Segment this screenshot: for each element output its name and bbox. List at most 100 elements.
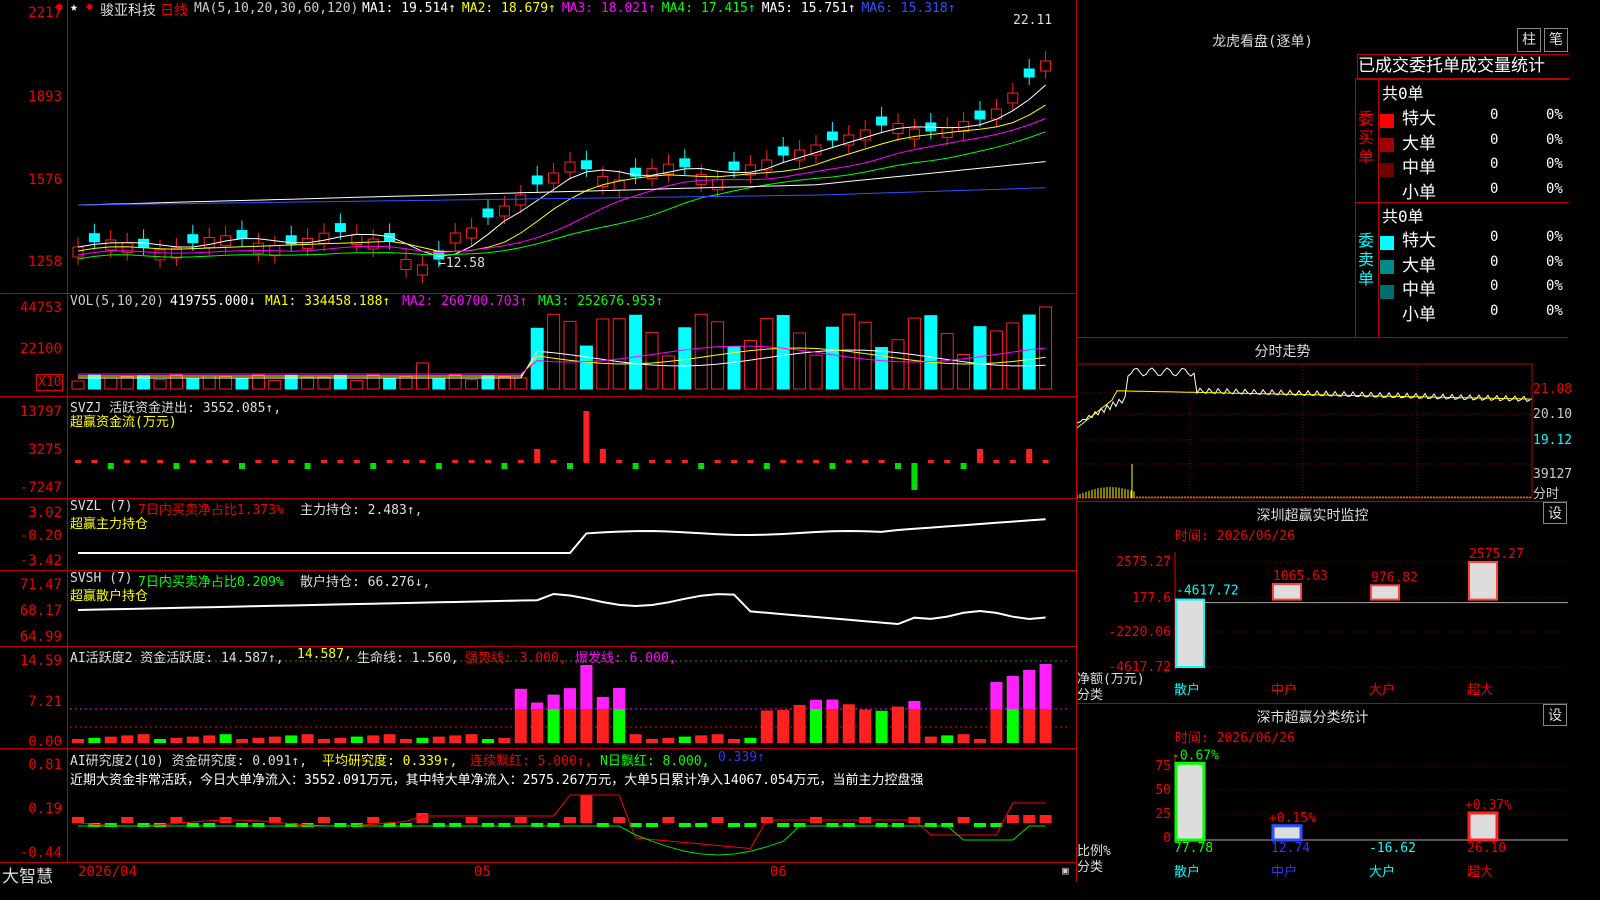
order-row: 小单 0 0%: [1380, 300, 1569, 325]
research-bar: [72, 817, 84, 823]
activity-bar-top: [564, 688, 576, 709]
activity-bar: [728, 739, 740, 743]
fund-flow-bar: [665, 460, 672, 463]
fund-flow-bar: [895, 463, 901, 469]
fund-flow-bar: [91, 460, 98, 463]
candle: [236, 230, 248, 240]
research-bar: [580, 795, 593, 823]
activity-bar: [924, 736, 937, 743]
volume-bar: [169, 374, 183, 390]
sell-label: 委卖单: [1358, 231, 1375, 288]
dragon-tab[interactable]: 已成交委托单成交量统计: [1357, 54, 1569, 80]
fund-flow-bar: [599, 449, 606, 463]
activity-bar-top: [596, 696, 609, 709]
date-start: 2026/04: [78, 864, 138, 880]
fund-flow-bar: [501, 463, 508, 469]
fund-flow-bar: [763, 463, 770, 469]
volume-bar: [694, 313, 708, 390]
svsh-axis: 71.47 68.17 64.99: [19, 577, 62, 645]
class-bar-中户: [1271, 824, 1303, 842]
left-chart-area[interactable]: ● ★ ◆ 骏亚科技 日线 MA(5,10,20,30,60,120) MA1:…: [0, 0, 1077, 887]
candle: [187, 234, 199, 244]
activity-bar-top: [1023, 670, 1036, 709]
intraday-fen: 分时: [1533, 487, 1560, 502]
order-row: 特大 0 0%: [1380, 226, 1569, 251]
activity-bar: [646, 739, 658, 743]
research-bar: [416, 813, 429, 823]
research-bar: [121, 817, 134, 823]
brand-logo[interactable]: 大智慧: [2, 862, 53, 887]
ai2-axis: 0.81 0.19 -0.44: [19, 757, 62, 861]
intraday-chart[interactable]: [1077, 338, 1568, 500]
monitor-bar-散户: [1175, 598, 1205, 668]
volume-bar: [612, 318, 626, 390]
fund-flow-bar: [583, 411, 590, 463]
activity-bar-top: [514, 688, 527, 709]
volume-bar: [547, 313, 561, 390]
candle: [384, 233, 396, 243]
ai1-burst: 爆发线: 6.000,: [575, 651, 677, 666]
class-bar-散户: [1174, 761, 1206, 842]
fund-flow-bar: [337, 460, 344, 463]
order-pct: 0%: [1546, 107, 1563, 123]
sz-monitor-ylabel2: 分类: [1077, 688, 1104, 703]
candle: [302, 237, 314, 249]
monitor-axis-tick: 177.6: [1132, 591, 1171, 606]
activity-bar-top: [1039, 664, 1052, 709]
candle: [72, 246, 84, 258]
candle: [646, 168, 658, 180]
volume-bar: [235, 377, 249, 390]
research-bar: [1006, 815, 1019, 823]
class-category: 中户: [1271, 864, 1297, 880]
activity-bar: [662, 737, 675, 743]
activity-bar: [465, 734, 478, 743]
volume-bar: [924, 315, 938, 390]
fund-flow-bar: [239, 463, 245, 469]
volume-bar: [87, 374, 101, 390]
svzj-axis: 13797 3275 -7247: [19, 404, 62, 496]
fund-flow-bar: [993, 460, 1000, 463]
activity-bar: [252, 737, 265, 743]
order-type: 大单: [1402, 133, 1436, 154]
candle: [679, 158, 691, 168]
volume-bar: [907, 317, 921, 390]
activity-bar-top: [990, 682, 1003, 709]
tick-mode-button[interactable]: 笔: [1544, 28, 1568, 52]
fund-flow-bar: [960, 463, 967, 469]
activity-bar: [711, 734, 724, 743]
bar-mode-button[interactable]: 柱: [1517, 28, 1541, 52]
fund-flow-bar: [485, 460, 491, 463]
order-row: 大单 0 0%: [1380, 251, 1569, 276]
ai1-strong: 强势线: 3.000,: [465, 651, 567, 666]
volume-bar: [760, 317, 774, 390]
fund-flow-bar: [140, 460, 147, 463]
order-type: 中单: [1402, 158, 1436, 178]
fund-flow-bar: [403, 460, 409, 463]
fund-flow-bar: [845, 460, 852, 463]
sz-class-chart: 75 50 25 0 -0.67% 77.78 散户 +0.15% 12.74 中户 -16.62 大…: [1155, 748, 1568, 880]
research-bar: [678, 823, 691, 827]
intraday-tick: 21.08: [1533, 382, 1573, 397]
vol-ma1: MA1: 334458.188↑: [265, 294, 391, 309]
volume-bar: [497, 376, 511, 390]
fund-flow-bar: [632, 463, 639, 469]
ai1-v2: 14.587,: [297, 647, 352, 662]
order-row: 大单 0 0%: [1380, 129, 1569, 154]
fund-flow-bar: [173, 463, 180, 469]
order-pct: 0%: [1546, 229, 1563, 245]
activity-bar: [875, 710, 888, 743]
research-bar: [170, 817, 183, 823]
activity-bar: [941, 735, 954, 743]
lock-icon[interactable]: ▣: [1062, 864, 1069, 877]
order-count: 0: [1490, 229, 1499, 245]
class-bar-label: 12.74: [1271, 841, 1310, 856]
research-bar: [1023, 815, 1036, 823]
candle: [416, 264, 428, 276]
volume-bar: [153, 379, 167, 390]
main-chart-svg[interactable]: [0, 0, 1076, 862]
activity-bar: [383, 734, 396, 743]
class-axis-tick: 25: [1155, 807, 1171, 822]
candle: [974, 110, 986, 120]
volume-bar: [514, 377, 528, 390]
activity-bar: [186, 736, 199, 743]
